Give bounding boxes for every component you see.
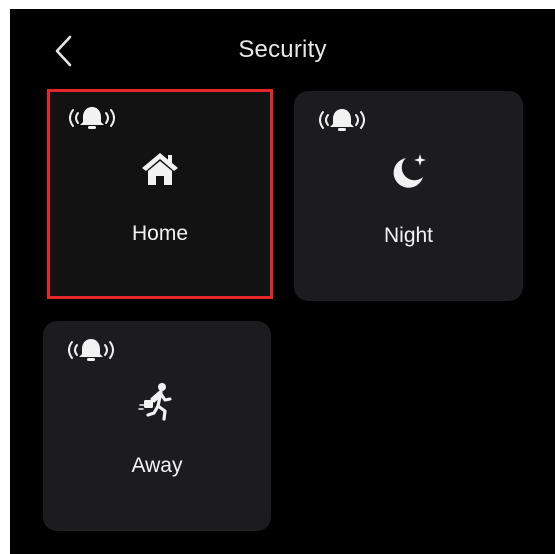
alarm-bell-icon: [69, 107, 115, 129]
mode-label-night: Night: [383, 224, 434, 247]
header: Security: [10, 9, 555, 93]
alarm-bell-icon: [319, 109, 365, 131]
alarm-bell-icon: [68, 339, 114, 361]
page-title: Security: [238, 36, 327, 63]
mode-label-away: Away: [131, 454, 183, 477]
mode-label-home: Home: [131, 222, 189, 245]
app-screen: Security Home Night Away: [10, 9, 555, 554]
mode-tile-night[interactable]: Night: [294, 91, 523, 301]
running-person-icon: [138, 383, 172, 421]
mode-tile-home[interactable]: Home: [47, 89, 273, 299]
moon-star-icon: [393, 154, 426, 188]
mode-tile-away[interactable]: Away: [43, 321, 271, 531]
home-icon: [142, 153, 178, 185]
